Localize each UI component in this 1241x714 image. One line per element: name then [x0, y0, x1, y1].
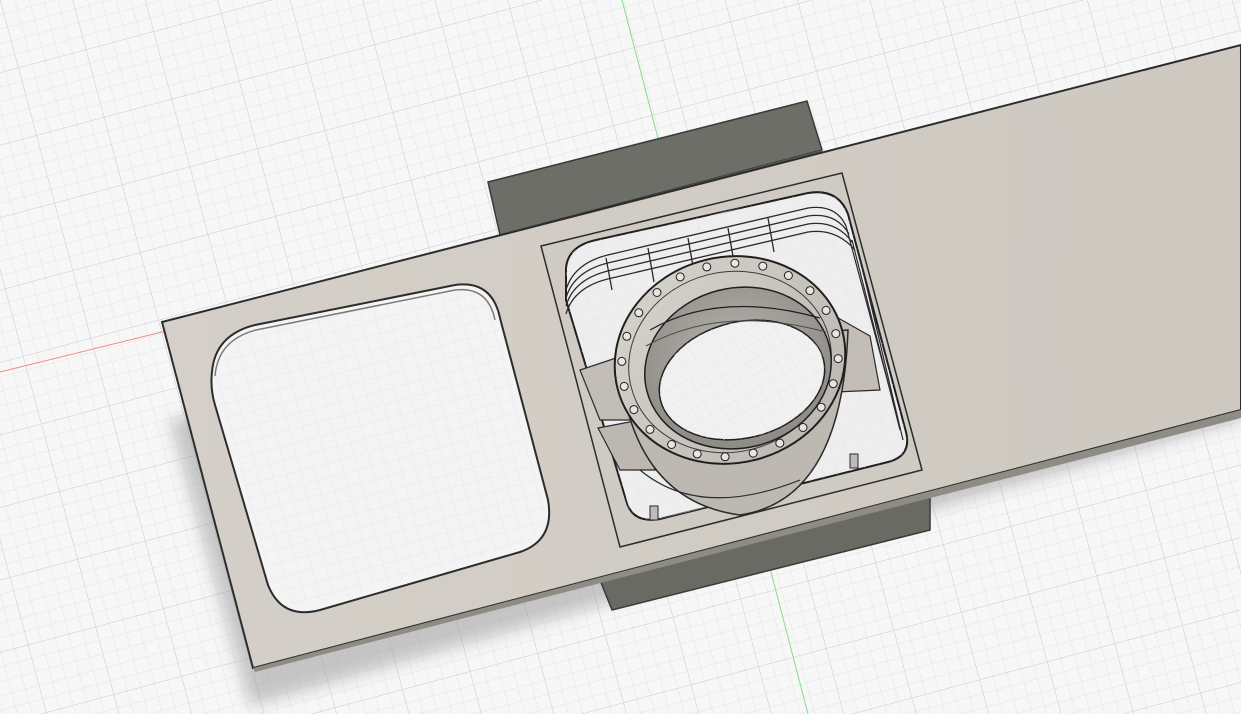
bolt-hole [675, 272, 685, 282]
bolt-hole [645, 424, 655, 434]
bolt-hole [652, 288, 662, 297]
bolt-hole [730, 258, 740, 268]
bolt-hole [805, 286, 815, 296]
tab-2 [849, 453, 859, 469]
bolt-hole [748, 448, 758, 458]
bolt-hole [758, 261, 768, 271]
viewport-canvas[interactable] [0, 0, 1241, 714]
bolt-hole [629, 405, 639, 415]
tab-1 [649, 505, 659, 521]
bolt-hole [702, 262, 712, 272]
bolt-hole [720, 452, 730, 462]
bolt-hole [831, 329, 841, 339]
bolt-hole [833, 354, 843, 364]
bolt-hole [821, 305, 831, 315]
bolt-hole [667, 440, 677, 449]
bolt-hole [619, 381, 629, 391]
bolt-hole [798, 423, 808, 432]
bolt-hole [828, 379, 838, 389]
bolt-hole [775, 438, 785, 448]
3d-viewport[interactable] [0, 0, 1241, 714]
bolt-hole [622, 331, 632, 341]
bolt-hole [617, 356, 627, 366]
bolt-hole [634, 308, 644, 318]
bolt-hole [783, 271, 793, 280]
bolt-hole [692, 449, 702, 459]
bolt-hole [816, 402, 826, 412]
